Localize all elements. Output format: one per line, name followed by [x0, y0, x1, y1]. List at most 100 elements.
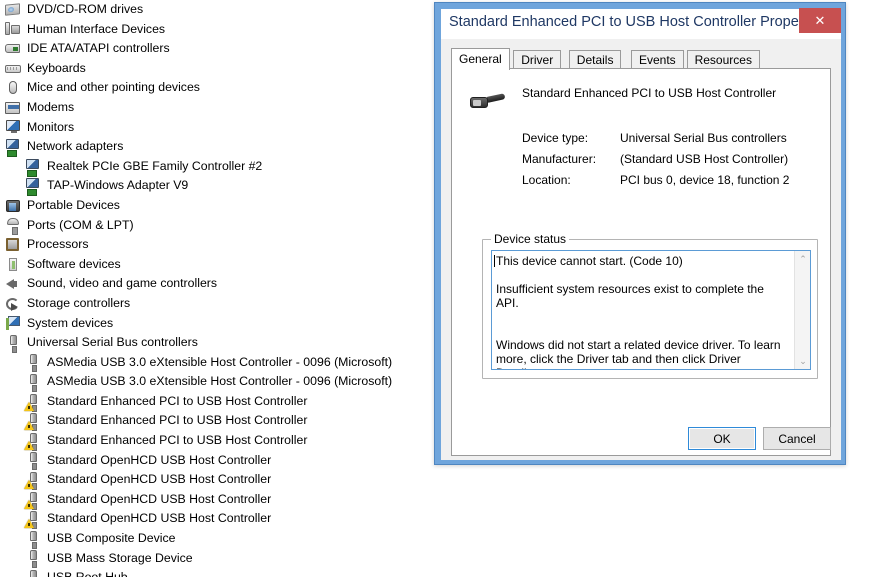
- software-device-icon: [5, 257, 21, 273]
- tree-item-label: DVD/CD-ROM drives: [27, 2, 144, 16]
- warning-icon: [24, 440, 34, 450]
- device-status-scrollbar[interactable]: ⌃ ⌄: [794, 251, 810, 369]
- tree-item[interactable]: Standard Enhanced PCI to USB Host Contro…: [0, 431, 434, 451]
- tree-item-label: TAP-Windows Adapter V9: [47, 178, 189, 193]
- usb-icon: [24, 511, 41, 530]
- location-label: Location:: [522, 173, 571, 187]
- usb-icon: [24, 472, 41, 491]
- sound-icon: [5, 276, 21, 292]
- device-name: Standard Enhanced PCI to USB Host Contro…: [522, 86, 777, 100]
- tab-general[interactable]: General: [451, 48, 510, 70]
- tree-item-label: Sound, video and game controllers: [27, 276, 218, 291]
- usb-icon: [25, 570, 41, 577]
- usb-icon: [24, 413, 41, 432]
- network-adapter-icon: [25, 178, 41, 197]
- device-type-value: Universal Serial Bus controllers: [620, 131, 787, 145]
- scroll-down-icon[interactable]: ⌄: [795, 353, 810, 369]
- tree-item[interactable]: USB Composite Device: [0, 529, 434, 549]
- tree-item-label: Standard OpenHCD USB Host Controller: [47, 452, 272, 467]
- tree-item-label: Standard OpenHCD USB Host Controller: [47, 511, 272, 526]
- tab-events[interactable]: Events: [631, 50, 684, 69]
- tree-item[interactable]: USB Root Hub: [0, 568, 434, 577]
- close-icon[interactable]: ✕: [799, 8, 841, 33]
- tree-item[interactable]: Sound, video and game controllers: [0, 274, 434, 294]
- tab-driver[interactable]: Driver: [513, 50, 562, 69]
- device-type-label: Device type:: [522, 131, 589, 145]
- tree-item-label: Ports (COM & LPT): [27, 217, 134, 232]
- tab-strip[interactable]: General Driver Details Events Resources: [451, 48, 831, 70]
- location-value: PCI bus 0, device 18, function 2: [620, 173, 790, 187]
- cancel-button[interactable]: Cancel: [763, 427, 831, 450]
- network-adapter-icon: [25, 158, 41, 177]
- tree-item[interactable]: ASMedia USB 3.0 eXtensible Host Controll…: [0, 353, 434, 373]
- tree-item-label: ASMedia USB 3.0 eXtensible Host Controll…: [47, 354, 393, 369]
- port-icon: [5, 217, 21, 236]
- tree-item[interactable]: Network adapters: [0, 137, 434, 157]
- tree-item[interactable]: Mice and other pointing devices: [0, 78, 434, 98]
- usb-cable-shape: [486, 93, 506, 103]
- tree-item-label: Standard Enhanced PCI to USB Host Contro…: [47, 413, 308, 428]
- usb-icon: [25, 530, 41, 549]
- tree-item-label: Standard Enhanced PCI to USB Host Contro…: [47, 393, 308, 408]
- tab-details[interactable]: Details: [568, 50, 622, 69]
- tree-item-label: USB Mass Storage Device: [47, 550, 193, 565]
- tree-item[interactable]: DVD/CD-ROM drives: [0, 0, 434, 20]
- warning-icon: [24, 401, 34, 411]
- tree-item[interactable]: Standard OpenHCD USB Host Controller: [0, 490, 434, 510]
- tree-item[interactable]: Realtek PCIe GBE Family Controller #2: [0, 157, 434, 177]
- warning-icon: [24, 499, 34, 509]
- tree-item[interactable]: Standard Enhanced PCI to USB Host Contro…: [0, 411, 434, 432]
- tree-item[interactable]: Modems: [0, 98, 434, 118]
- tree-item-label: Mice and other pointing devices: [27, 80, 200, 95]
- tree-item[interactable]: Portable Devices: [0, 196, 434, 216]
- tree-item[interactable]: Software devices: [0, 255, 434, 275]
- tab-resources[interactable]: Resources: [686, 50, 760, 69]
- tree-item[interactable]: Standard OpenHCD USB Host Controller: [0, 470, 434, 491]
- tree-item[interactable]: Universal Serial Bus controllers: [0, 333, 434, 353]
- tree-item[interactable]: Keyboards: [0, 59, 434, 79]
- tree-item[interactable]: Storage controllers: [0, 294, 434, 314]
- ok-button[interactable]: OK: [688, 427, 756, 450]
- tree-item-label: Standard OpenHCD USB Host Controller: [47, 491, 272, 506]
- ide-controller-icon: [5, 41, 21, 57]
- usb-icon: [25, 452, 41, 471]
- dialog-body: General Driver Details Events Resources Stan…: [441, 39, 841, 460]
- warning-icon: [24, 480, 34, 490]
- hid-icon: [5, 21, 21, 37]
- usb-icon: [5, 334, 21, 353]
- tree-item[interactable]: IDE ATA/ATAPI controllers: [0, 39, 434, 59]
- tree-item[interactable]: Human Interface Devices: [0, 20, 434, 40]
- tree-item-label: Storage controllers: [27, 295, 131, 310]
- portable-device-icon: [5, 198, 21, 214]
- tree-item[interactable]: Standard OpenHCD USB Host Controller: [0, 451, 434, 471]
- tree-item[interactable]: Standard Enhanced PCI to USB Host Contro…: [0, 392, 434, 412]
- warning-icon: [24, 519, 34, 529]
- device-status-textbox[interactable]: This device cannot start. (Code 10) Insu…: [491, 250, 811, 370]
- usb-icon: [24, 491, 41, 510]
- scroll-up-icon[interactable]: ⌃: [795, 251, 810, 267]
- tree-item[interactable]: System devices: [0, 314, 434, 334]
- manufacturer-value: (Standard USB Host Controller): [620, 152, 789, 166]
- tree-item[interactable]: TAP-Windows Adapter V9: [0, 176, 434, 197]
- tree-item[interactable]: ASMedia USB 3.0 eXtensible Host Controll…: [0, 372, 434, 393]
- usb-icon: [25, 374, 41, 393]
- processor-icon: [5, 237, 21, 253]
- device-manager-tree[interactable]: DVD/CD-ROM drives Human Interface Devices…: [0, 0, 434, 577]
- device-status-group: Device status This device cannot start. …: [482, 232, 818, 379]
- tree-item-label: Universal Serial Bus controllers: [27, 335, 198, 350]
- tab-panel-general: Standard Enhanced PCI to USB Host Contro…: [451, 68, 831, 456]
- monitor-icon: [5, 119, 21, 135]
- tree-item[interactable]: Processors: [0, 235, 434, 255]
- tree-item[interactable]: Monitors: [0, 118, 434, 138]
- device-status-text: This device cannot start. (Code 10) Insu…: [494, 254, 782, 369]
- tree-item-label: Realtek PCIe GBE Family Controller #2: [47, 158, 263, 173]
- tree-item[interactable]: Standard OpenHCD USB Host Controller: [0, 509, 434, 530]
- dvd-drive-icon: [5, 2, 21, 18]
- tree-item-label: USB Root Hub: [47, 568, 128, 577]
- tree-item-label: USB Composite Device: [47, 531, 176, 546]
- device-status-label: Device status: [491, 232, 570, 246]
- tree-item[interactable]: USB Mass Storage Device: [0, 549, 434, 569]
- tree-item[interactable]: Ports (COM & LPT): [0, 216, 434, 236]
- usb-icon: [25, 550, 41, 569]
- network-adapter-icon: [5, 138, 21, 157]
